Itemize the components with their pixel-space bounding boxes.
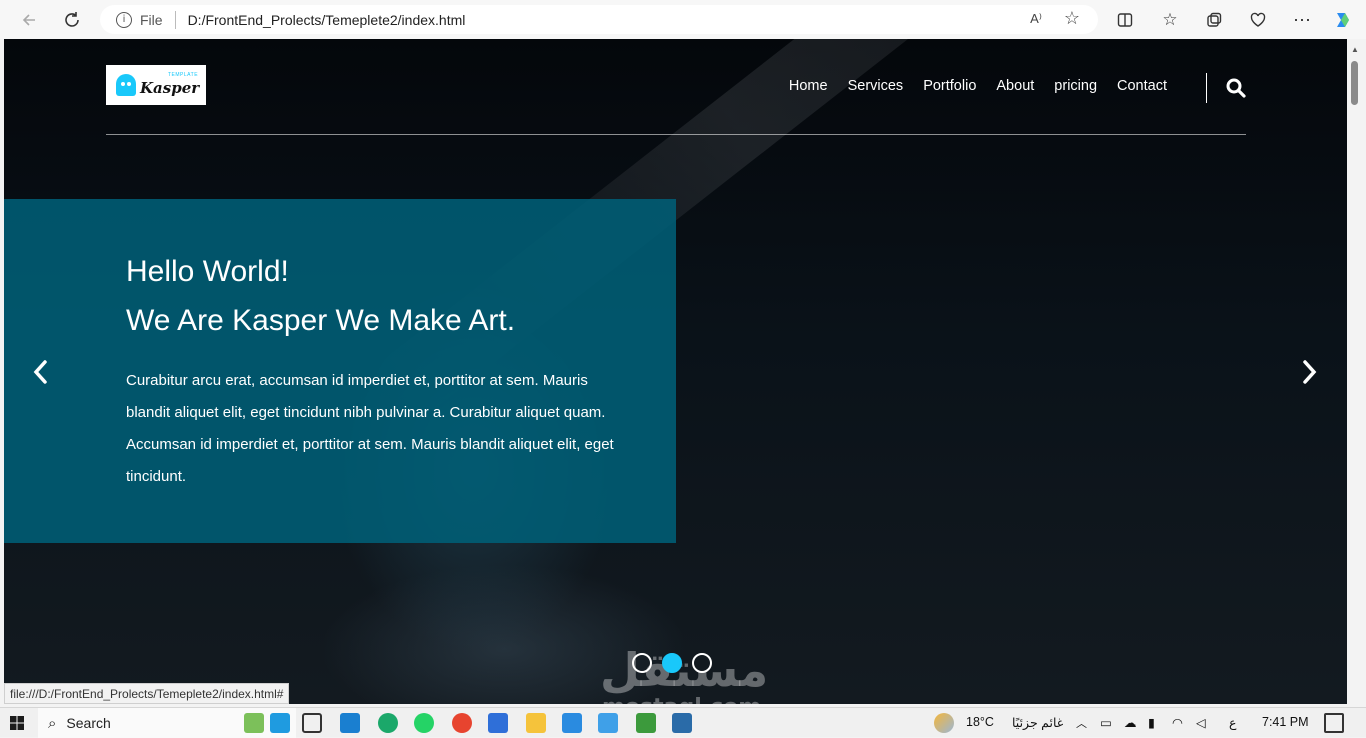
browser-toolbar: i File D:/FrontEnd_Prolects/Temeplete2/i… (0, 0, 1366, 39)
status-bar-url: file:///D:/FrontEnd_Prolects/Temeplete2/… (4, 683, 290, 704)
taskbar: ⌕ Search 18°C غائم جزئيًا ︿ ▭ ☁ ▮ ◠ ◁ ع … (0, 707, 1366, 738)
favorites-icon[interactable]: ☆ (1155, 5, 1185, 35)
notifications-icon[interactable] (1324, 713, 1344, 733)
tray-chevron-icon[interactable]: ︿ (1076, 715, 1087, 731)
widget-scene-icon[interactable] (244, 713, 264, 733)
windows-start-icon[interactable] (10, 716, 24, 730)
weather-condition[interactable]: غائم جزئيًا (1012, 715, 1063, 730)
mail-app-icon[interactable] (340, 713, 360, 733)
refresh-icon[interactable] (57, 5, 87, 35)
whatsapp-app-icon[interactable] (414, 713, 434, 733)
nav-divider (1206, 73, 1207, 103)
logo-tagline: TEMPLATE (168, 72, 199, 78)
taskbar-search-label: Search (66, 715, 111, 731)
address-divider (174, 10, 176, 29)
info-icon[interactable]: i (116, 11, 132, 28)
hero-paragraph: Curabitur arcu erat, accumsan id imperdi… (126, 372, 614, 485)
more-options-icon[interactable]: ⋯ (1287, 5, 1317, 35)
chrome-app-icon[interactable] (452, 713, 472, 733)
page-scrollbar[interactable]: ▲ (1347, 39, 1362, 704)
hero-panel: Hello World! We Are Kasper We Make Art. … (4, 199, 676, 543)
scroll-up-icon[interactable]: ▲ (1351, 45, 1359, 54)
search-icon[interactable] (1226, 78, 1246, 98)
page-viewport: Kasper TEMPLATE Home Services Portfolio … (4, 39, 1347, 704)
browser-essentials-icon[interactable] (1243, 5, 1273, 35)
file-explorer-icon[interactable] (526, 713, 546, 733)
slider-dots (632, 653, 712, 673)
nav-about[interactable]: About (996, 78, 1034, 94)
slider-prev-chevron-icon[interactable] (28, 357, 54, 387)
edge-app-icon[interactable] (378, 713, 398, 733)
slider-dot-active[interactable] (662, 653, 682, 673)
address-bar[interactable]: i File D:/FrontEnd_Prolects/Temeplete2/i… (100, 5, 1098, 34)
wifi-icon[interactable]: ◠ (1172, 715, 1183, 730)
favorite-star-icon[interactable]: ☆ (1064, 8, 1080, 29)
clock-time[interactable]: 7:41 PM (1262, 715, 1309, 729)
slider-next-chevron-icon[interactable] (1296, 357, 1322, 387)
scrollbar-thumb[interactable] (1351, 61, 1358, 105)
photos-app-icon[interactable] (598, 713, 618, 733)
logo-text: Kasper (140, 79, 200, 97)
address-scheme-label: File (140, 11, 163, 28)
site-logo[interactable]: Kasper TEMPLATE (106, 65, 206, 105)
hero-title-line2: We Are Kasper We Make Art. (126, 304, 516, 337)
back-icon[interactable] (14, 5, 44, 35)
slider-dot[interactable] (632, 653, 652, 673)
nav-services[interactable]: Services (848, 78, 904, 94)
android-app-icon[interactable] (636, 713, 656, 733)
taskbar-search-icon: ⌕ (48, 714, 57, 732)
vscode-app-icon[interactable] (562, 713, 582, 733)
hero-title-line1: Hello World! (126, 255, 289, 288)
split-screen-icon[interactable] (1110, 5, 1140, 35)
nav-portfolio[interactable]: Portfolio (923, 78, 976, 94)
nav-pricing[interactable]: pricing (1054, 78, 1097, 94)
weather-icon[interactable] (934, 713, 954, 733)
watermark-latin: mostaql.com (602, 695, 761, 704)
nav-home[interactable]: Home (789, 78, 828, 94)
main-nav: Home Services Portfolio About pricing Co… (769, 78, 1167, 94)
widget-person-icon[interactable] (270, 713, 290, 733)
collections-icon[interactable] (1199, 5, 1229, 35)
ghost-logo-icon (116, 74, 136, 96)
terminal-app-icon[interactable] (672, 713, 692, 733)
address-url[interactable]: D:/FrontEnd_Prolects/Temeplete2/index.ht… (188, 12, 466, 28)
onedrive-icon[interactable]: ☁ (1124, 715, 1137, 730)
weather-temperature[interactable]: 18°C (966, 715, 994, 729)
volume-icon[interactable]: ◁ (1196, 715, 1206, 730)
battery-icon[interactable]: ▮ (1148, 715, 1155, 730)
language-indicator[interactable]: ع (1229, 715, 1236, 730)
meet-icon[interactable]: ▭ (1100, 715, 1112, 730)
copilot-icon[interactable] (1328, 5, 1358, 35)
read-aloud-icon[interactable]: A⁾ (1030, 11, 1042, 27)
task-view-icon[interactable] (302, 713, 322, 733)
slider-dot[interactable] (692, 653, 712, 673)
header-rule (106, 134, 1246, 135)
nav-contact[interactable]: Contact (1117, 78, 1167, 94)
store-app-icon[interactable] (488, 713, 508, 733)
